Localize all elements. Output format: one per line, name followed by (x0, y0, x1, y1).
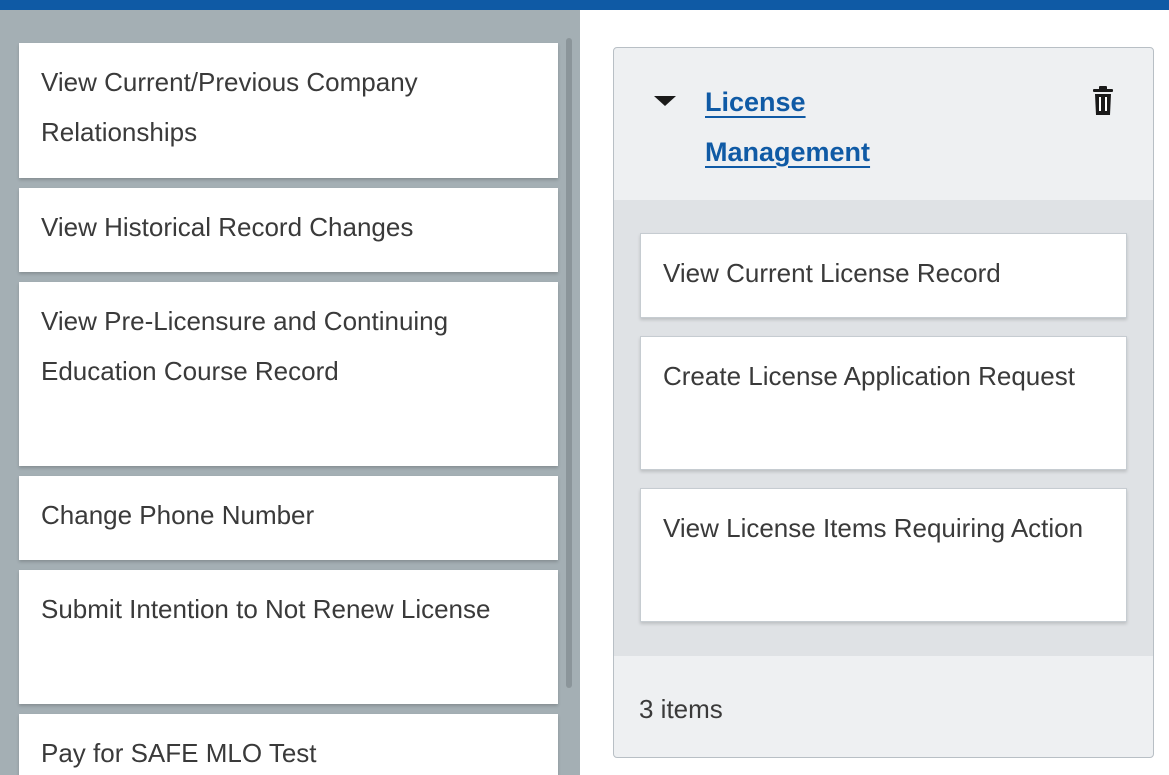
left-panel-scrollbar[interactable] (566, 38, 572, 688)
group-title-link[interactable]: License Management (705, 77, 965, 177)
group-item-label: View Current License Record (663, 258, 1001, 288)
action-card[interactable]: Submit Intention to Not Renew License (19, 570, 558, 704)
group-item-card[interactable]: Create License Application Request (640, 336, 1127, 470)
group-item-count: 3 items (639, 694, 723, 724)
action-card-label: Change Phone Number (41, 500, 315, 530)
action-card[interactable]: Change Phone Number (19, 476, 558, 560)
caret-down-icon[interactable] (654, 96, 676, 106)
available-actions-list: View Current/Previous Company Relationsh… (19, 43, 558, 775)
action-card-label: Submit Intention to Not Renew License (41, 594, 491, 624)
action-card-label: View Current/Previous Company Relationsh… (41, 67, 418, 147)
action-card-label: View Historical Record Changes (41, 212, 414, 242)
group-items-list: View Current License Record Create Licen… (640, 233, 1127, 640)
action-card-label: View Pre-Licensure and Continuing Educat… (41, 306, 449, 386)
trash-icon[interactable] (1092, 86, 1114, 116)
group-items-area[interactable]: View Current License Record Create Licen… (614, 200, 1153, 656)
group-header: License Management (614, 48, 1153, 200)
group-item-card[interactable]: View License Items Requiring Action (640, 488, 1127, 622)
action-card-label: Pay for SAFE MLO Test (41, 738, 317, 768)
group-item-label: View License Items Requiring Action (663, 513, 1084, 543)
action-card[interactable]: View Historical Record Changes (19, 188, 558, 272)
group-item-label: Create License Application Request (663, 361, 1075, 391)
action-card[interactable]: View Pre-Licensure and Continuing Educat… (19, 282, 558, 466)
action-card[interactable]: Pay for SAFE MLO Test (19, 714, 558, 775)
available-actions-panel[interactable]: View Current/Previous Company Relationsh… (0, 10, 580, 775)
license-management-group: License Management View Current License … (613, 47, 1154, 758)
top-accent-bar (0, 0, 1169, 10)
group-item-card[interactable]: View Current License Record (640, 233, 1127, 318)
action-card[interactable]: View Current/Previous Company Relationsh… (19, 43, 558, 178)
